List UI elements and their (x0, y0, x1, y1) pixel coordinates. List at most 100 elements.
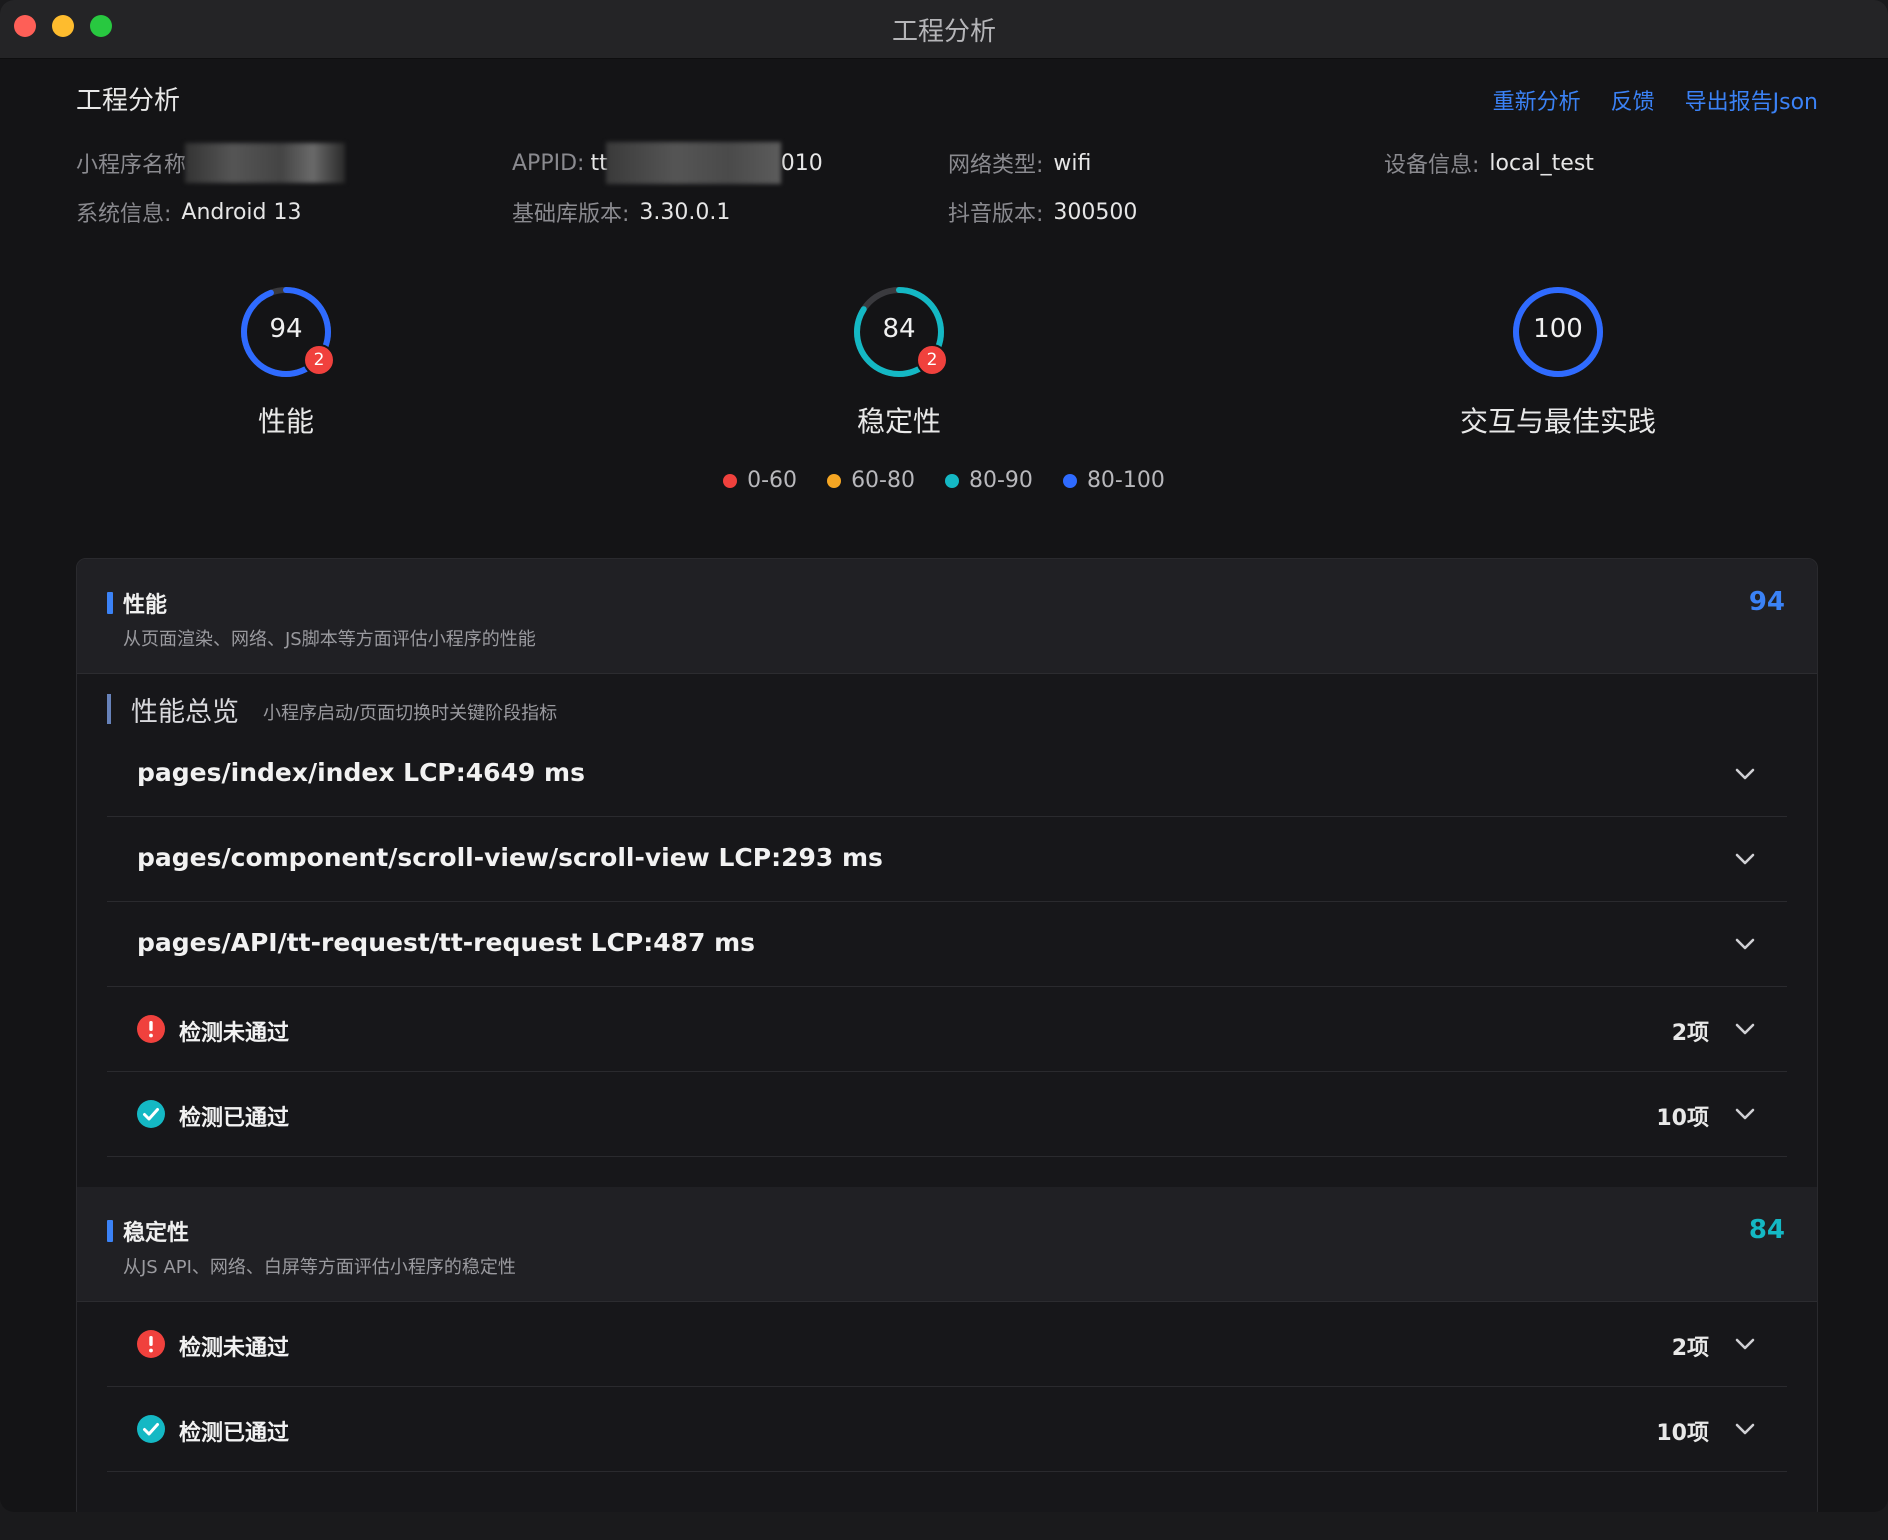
stability-section-header: 稳定性 从JS API、网络、白屏等方面评估小程序的稳定性 84 (77, 1187, 1817, 1302)
gauge-score: 84 (882, 314, 916, 344)
performance-section-header: 性能 从页面渲染、网络、JS脚本等方面评估小程序的性能 94 (77, 559, 1817, 674)
failed-checks-count: 2项 (1671, 1021, 1709, 1046)
perf-passed-checks-row[interactable]: 检测已通过 10项 (107, 1072, 1787, 1157)
reanalyze-link[interactable]: 重新分析 (1493, 84, 1581, 116)
titlebar: 工程分析 (0, 0, 1888, 59)
device-value: local_test (1489, 150, 1594, 176)
appid-info: APPID: tt 010 (512, 142, 948, 184)
chevron-down-icon[interactable] (1733, 932, 1757, 956)
network-value: wifi (1053, 150, 1092, 176)
export-json-link[interactable]: 导出报告Json (1685, 84, 1818, 116)
chevron-down-icon[interactable] (1733, 1102, 1757, 1126)
legend-item: 80-100 (1062, 468, 1165, 493)
legend-dot (945, 473, 959, 488)
section-title: 稳定性 (123, 1221, 190, 1246)
gauge-label: 性能 (257, 405, 314, 438)
page-lcp-row[interactable]: pages/API/tt-request/tt-request LCP:487 … (107, 902, 1787, 987)
system-value: Android 13 (181, 199, 302, 225)
gauge-badge: 2 (303, 344, 335, 376)
chevron-down-icon[interactable] (1733, 1417, 1757, 1441)
gauge-label: 稳定性 (856, 405, 941, 438)
overview-accent-bar (107, 694, 111, 724)
perf-failed-checks-row[interactable]: 检测未通过 2项 (107, 987, 1787, 1072)
legend-dot (1062, 473, 1077, 488)
failed-checks-label: 检测未通过 (179, 1021, 290, 1046)
legend-dot (723, 473, 738, 488)
chevron-down-icon[interactable] (1733, 1017, 1757, 1041)
passed-checks-count: 10项 (1656, 1106, 1709, 1131)
gauge-score: 94 (269, 314, 303, 344)
stab-failed-checks-row[interactable]: 检测未通过 2项 (107, 1302, 1787, 1387)
feedback-link[interactable]: 反馈 (1611, 84, 1655, 116)
mini-name-label: 小程序名称: (76, 153, 194, 178)
info-row-2: 系统信息: Android 13 基础库版本: 3.30.0.1 抖音版本: 3… (76, 196, 1384, 228)
network-label: 网络类型: (948, 153, 1044, 178)
mini-name-info: 小程序名称: (76, 142, 512, 184)
chevron-down-icon[interactable] (1733, 847, 1757, 871)
legend-item: 80-90 (945, 468, 1033, 493)
section-title: 性能 (123, 593, 168, 618)
chevron-down-icon[interactable] (1733, 1332, 1757, 1356)
error-icon (137, 1330, 165, 1358)
page-lcp-text: pages/API/tt-request/tt-request LCP:487 … (137, 928, 756, 957)
sdk-info: 基础库版本: 3.30.0.1 (512, 196, 948, 228)
error-icon (137, 1015, 165, 1043)
passed-checks-label: 检测已通过 (179, 1421, 290, 1446)
section-accent-bar (107, 1220, 113, 1242)
douyin-info: 抖音版本: 300500 (948, 196, 1384, 228)
redacted-mini-name (185, 143, 346, 183)
gauge-performance[interactable]: 94 2 性能 (186, 284, 386, 440)
sdk-value: 3.30.0.1 (639, 199, 731, 225)
check-circle-icon (137, 1100, 165, 1128)
section-score: 94 (1748, 587, 1785, 617)
legend-label: 0-60 (747, 468, 798, 493)
page-title: 工程分析 (76, 86, 181, 116)
overview-title: 性能总览 (131, 697, 239, 728)
gauge-label: 交互与最佳实践 (1459, 405, 1656, 438)
report-panel: 性能 从页面渲染、网络、JS脚本等方面评估小程序的性能 94 性能总览 小程序启… (76, 558, 1818, 1512)
system-info: 系统信息: Android 13 (76, 196, 512, 228)
legend-item: 0-60 (723, 468, 797, 493)
system-label: 系统信息: (76, 202, 172, 227)
failed-checks-count: 2项 (1671, 1336, 1709, 1361)
gauge-stability[interactable]: 84 2 稳定性 (799, 284, 999, 440)
section-description: 从JS API、网络、白屏等方面评估小程序的稳定性 (123, 1257, 516, 1278)
appid-label: APPID: (512, 150, 585, 176)
failed-checks-label: 检测未通过 (179, 1336, 290, 1361)
page-lcp-row[interactable]: pages/index/index LCP:4649 ms (107, 732, 1787, 817)
section-score: 84 (1748, 1215, 1785, 1245)
legend-label: 60-80 (851, 468, 915, 493)
header-actions: 重新分析 反馈 导出报告Json (1493, 84, 1818, 116)
chevron-down-icon[interactable] (1733, 762, 1757, 786)
check-circle-icon (137, 1415, 165, 1443)
redacted-appid (605, 142, 781, 184)
device-info: 设备信息: local_test (1384, 142, 1820, 184)
sdk-label: 基础库版本: (512, 202, 630, 227)
info-row-1: 小程序名称: APPID: tt 010 网络类型: wifi 设备信息: lo… (76, 142, 1820, 184)
gauge-badge: 2 (916, 344, 948, 376)
performance-overview-header: 性能总览 小程序启动/页面切换时关键阶段指标 (77, 674, 1817, 732)
overview-description: 小程序启动/页面切换时关键阶段指标 (263, 703, 558, 724)
legend-item: 60-80 (827, 468, 915, 493)
device-label: 设备信息: (1384, 153, 1480, 178)
douyin-label: 抖音版本: (948, 202, 1044, 227)
legend-dot (827, 473, 842, 488)
score-legend: 0-60 60-80 80-90 80-100 (0, 468, 1888, 493)
app-window: 工程分析 工程分析 重新分析 反馈 导出报告Json 小程序名称: APPID:… (0, 0, 1888, 1512)
section-accent-bar (107, 592, 113, 614)
section-description: 从页面渲染、网络、JS脚本等方面评估小程序的性能 (123, 629, 536, 650)
page-lcp-text: pages/index/index LCP:4649 ms (137, 758, 585, 787)
gauge-best-practice[interactable]: 100 交互与最佳实践 (1458, 284, 1658, 440)
douyin-value: 300500 (1053, 199, 1138, 225)
legend-label: 80-100 (1086, 468, 1165, 493)
passed-checks-count: 10项 (1656, 1421, 1709, 1446)
stab-passed-checks-row[interactable]: 检测已通过 10项 (107, 1387, 1787, 1472)
legend-label: 80-90 (969, 468, 1033, 493)
network-info: 网络类型: wifi (948, 142, 1384, 184)
appid-suffix: 010 (780, 150, 823, 176)
passed-checks-label: 检测已通过 (179, 1106, 290, 1131)
page-lcp-row[interactable]: pages/component/scroll-view/scroll-view … (107, 817, 1787, 902)
window-title: 工程分析 (891, 17, 996, 47)
gauge-score: 100 (1533, 314, 1583, 344)
